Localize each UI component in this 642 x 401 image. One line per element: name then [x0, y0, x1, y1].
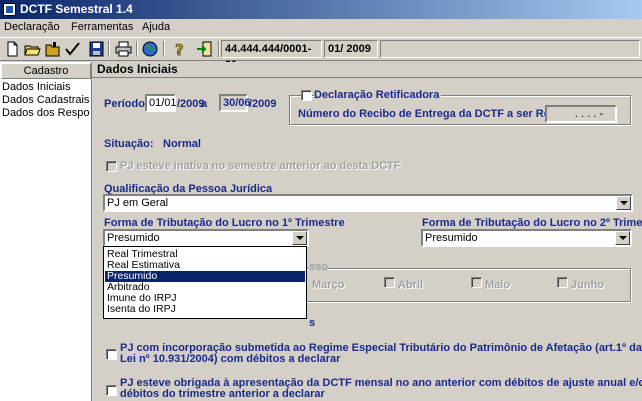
nav-item-dados-responsavel[interactable]: Dados dos Responsáv	[2, 107, 90, 119]
month-abril-checkbox	[384, 277, 395, 288]
inativa-label: PJ esteve inativa no semestre anterior a…	[120, 160, 401, 172]
obrigada-label-2: débitos do trimestre anterior a declarar	[120, 388, 325, 400]
new-file-icon[interactable]	[3, 40, 22, 58]
trib1-value: Presumido	[107, 232, 160, 244]
trib2-select[interactable]: Presumido	[421, 229, 632, 247]
qualificacao-value: PJ em Geral	[107, 197, 169, 209]
retificadora-label: Declaração Retificadora	[314, 89, 442, 101]
recibo-input: . . . . -	[545, 105, 617, 123]
month-abril-label: Abril	[398, 279, 424, 291]
trib1-select[interactable]: Presumido	[103, 229, 309, 247]
toolbar-separator	[163, 41, 165, 57]
chevron-down-icon[interactable]	[292, 231, 307, 245]
toolbar-separator	[218, 41, 220, 57]
toolbar: ? 44.444.444/0001-91 01/ 2009	[0, 37, 642, 71]
open-folder-icon[interactable]	[23, 40, 42, 58]
help-icon[interactable]: ?	[169, 40, 188, 58]
periodo-a-label: a	[201, 98, 208, 110]
periodo-end-input: 30/06	[219, 94, 251, 112]
cnpj-display: 44.444.444/0001-91	[221, 40, 322, 71]
month-marco-label: Março	[312, 279, 345, 291]
retificadora-checkbox[interactable]	[301, 90, 312, 101]
periodo-start-input[interactable]: 01/01	[145, 94, 177, 112]
nav-item-dados-iniciais[interactable]: Dados Iniciais	[2, 81, 90, 93]
window-title: DCTF Semestral 1.4	[20, 2, 133, 16]
obrigada-checkbox[interactable]	[106, 385, 117, 396]
check-icon[interactable]	[63, 40, 82, 58]
svg-text:?: ?	[175, 41, 184, 58]
nav-item-dados-cadastrais[interactable]: Dados Cadastrais do E	[2, 94, 90, 106]
chevron-down-icon[interactable]	[616, 196, 631, 210]
title-bar[interactable]: DCTF Semestral 1.4	[0, 0, 642, 19]
status-panel	[380, 40, 640, 58]
app-icon	[3, 3, 16, 16]
trib1-dropdown-list[interactable]: Real Trimestral Real Estimativa Presumid…	[103, 246, 307, 319]
save-disk-icon[interactable]	[87, 40, 106, 58]
inativa-checkbox	[106, 161, 117, 172]
folder-icon[interactable]	[43, 40, 62, 58]
chevron-down-icon[interactable]	[615, 231, 630, 245]
exit-icon[interactable]	[195, 40, 214, 58]
month-maio-label: Maio	[485, 279, 511, 291]
month-maio-checkbox	[471, 277, 482, 288]
left-navigation-pane: Cadastro Dados Iniciais Dados Cadastrais…	[0, 62, 92, 401]
partial-label: s	[309, 317, 316, 329]
menu-bar: Declaração Ferramentas Ajuda	[0, 19, 642, 37]
months-group-title: sso	[309, 261, 328, 273]
menu-ferramentas[interactable]: Ferramentas	[71, 21, 133, 33]
trib1-label: Forma de Tributação do Lucro no 1º Trime…	[104, 217, 345, 229]
month-junho-checkbox	[557, 277, 568, 288]
periodo-label: Período	[104, 98, 145, 110]
incorporacao-label-2: Lei nº 10.931/2004) com débitos a declar…	[120, 353, 341, 365]
incorporacao-checkbox[interactable]	[106, 349, 117, 360]
trib2-value: Presumido	[425, 232, 478, 244]
month-junho-label: Junho	[571, 279, 604, 291]
left-pane-header: Cadastro	[1, 63, 91, 79]
trib2-label: Forma de Tributação do Lucro no 2º Trime…	[422, 217, 642, 229]
situacao-label: Situação:	[104, 138, 154, 150]
print-icon[interactable]	[114, 40, 133, 58]
toolbar-separator	[136, 41, 138, 57]
period-display: 01/ 2009	[324, 40, 378, 58]
periodo-year-end: /2009	[249, 98, 277, 110]
globe-icon[interactable]	[141, 40, 160, 58]
toolbar-separator	[108, 41, 110, 57]
situacao-value: Normal	[163, 138, 201, 150]
menu-ajuda[interactable]: Ajuda	[142, 21, 170, 33]
qualificacao-select[interactable]: PJ em Geral	[103, 194, 633, 212]
menu-declaracao[interactable]: Declaração	[4, 21, 60, 33]
page-title: Dados Iniciais	[92, 62, 642, 78]
option-isenta-irpj[interactable]: Isenta do IRPJ	[105, 304, 305, 315]
